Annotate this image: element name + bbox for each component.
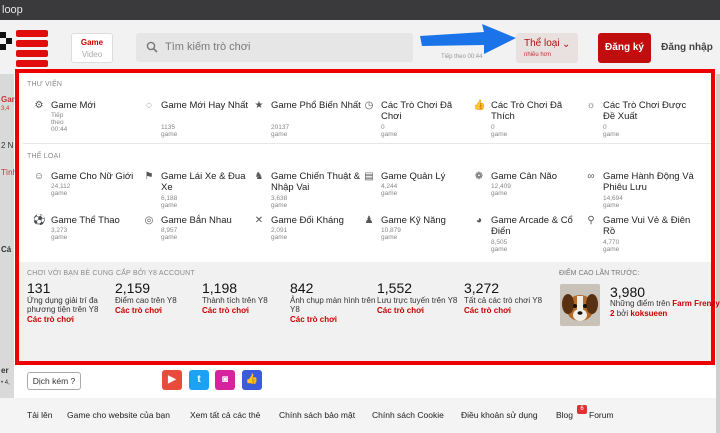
chevron-down-icon: ⌄ bbox=[562, 39, 571, 50]
footer-link-forum[interactable]: Forum bbox=[589, 410, 614, 420]
search-bar[interactable]: Tìm kiếm trò chơi bbox=[136, 33, 413, 62]
toggle-video[interactable]: Video bbox=[72, 47, 112, 59]
categories-dropdown: THƯ VIỆN ⚙ Game Mới Tiếp theo 00:44 ◌ Ga… bbox=[15, 69, 720, 365]
genres-title: THỂ LOẠI bbox=[27, 153, 61, 160]
footer-link-tags[interactable]: Xem tất cả các thẻ bbox=[190, 410, 260, 420]
gear-icon: ⚙ bbox=[34, 100, 44, 111]
game-video-toggle[interactable]: Game Video bbox=[71, 33, 113, 63]
categories-sub: nhiều hơn bbox=[524, 52, 551, 58]
bg-text: 2 N bbox=[1, 141, 14, 150]
person-icon: ♟ bbox=[364, 215, 374, 226]
highscore-title: ĐIỂM CAO LẦN TRƯỚC: bbox=[559, 270, 640, 277]
stat-link[interactable]: Các trò chơi bbox=[290, 315, 376, 324]
search-input[interactable]: Tìm kiếm trò chơi bbox=[165, 41, 250, 53]
stat-link[interactable]: Các trò chơi bbox=[115, 306, 201, 315]
bg-text: er bbox=[1, 366, 9, 375]
stat-highscores: 2,159 Điểm cao trên Y8 Các trò chơi bbox=[115, 281, 201, 315]
y8-logo[interactable] bbox=[0, 28, 50, 68]
highscore-description: Những điểm trên Farm Frenzy 2 bởi koksue… bbox=[610, 299, 720, 318]
puppy-avatar-image[interactable] bbox=[560, 284, 600, 326]
pointer-arrow-icon bbox=[420, 24, 516, 54]
thumbs-up-icon: 👍 bbox=[473, 100, 486, 111]
footer-link-cookie[interactable]: Chính sách Cookie bbox=[372, 410, 444, 420]
highscore-value: 3,980 bbox=[610, 284, 646, 300]
stat-saves: 1,552 Lưu trực tuyến trên Y8 Các trò chơ… bbox=[377, 281, 463, 315]
highscore-user-link[interactable]: koksueen bbox=[630, 309, 667, 318]
binoculars-icon: ∞ bbox=[587, 171, 595, 182]
language-button[interactable]: Dịch kém ? bbox=[27, 372, 81, 390]
flag-icon: ⚑ bbox=[144, 171, 154, 182]
stat-link[interactable]: Các trò chơi bbox=[202, 306, 288, 315]
spinner-icon: ◌ bbox=[146, 100, 152, 111]
window-title: loop bbox=[0, 0, 720, 20]
bg-text: 3,4 bbox=[1, 106, 10, 112]
search-icon bbox=[146, 41, 158, 53]
stat-achievements: 1,198 Thành tích trên Y8 Các trò chơi bbox=[202, 281, 288, 315]
bg-text: • 4, bbox=[1, 380, 10, 386]
site-header: Game Video Tìm kiếm trò chơi Tiếp theo 0… bbox=[0, 20, 720, 74]
swords-icon: ✕ bbox=[254, 215, 264, 226]
pacman-icon: ◕ bbox=[475, 215, 483, 226]
footer-link-blog[interactable]: Blog bbox=[556, 410, 573, 420]
stat-link[interactable]: Các trò chơi bbox=[464, 306, 550, 315]
notification-badge: 6 bbox=[577, 405, 587, 414]
instagram-icon[interactable]: ◙ bbox=[215, 370, 235, 390]
clock-icon: ◷ bbox=[364, 100, 374, 111]
joystick-icon: ⚲ bbox=[587, 215, 595, 226]
library-title: THƯ VIỆN bbox=[27, 81, 63, 88]
stats-title: CHƠI VỚI BẠN BÈ CUNG CẤP BỞI Y8 ACCOUNT bbox=[27, 270, 195, 277]
bg-text: Gar bbox=[1, 95, 15, 104]
bg-text: Cá bbox=[1, 245, 12, 254]
stat-apps: 131 Ứng dụng giải trí đa phương tiện trê… bbox=[27, 281, 113, 324]
like-icon[interactable]: 👍 bbox=[242, 370, 262, 390]
signup-button[interactable]: Đăng ký bbox=[598, 33, 651, 63]
brain-icon: ❁ bbox=[474, 171, 484, 182]
stat-all-games: 3,272 Tất cả các trò chơi Y8 Các trò chơ… bbox=[464, 281, 550, 315]
target-icon: ◎ bbox=[144, 215, 154, 226]
chess-icon: ♞ bbox=[254, 171, 264, 182]
footer-links: Tải lên Game cho website của bạn Xem tất… bbox=[0, 398, 716, 433]
cash-icon: ▤ bbox=[364, 171, 374, 182]
section-divider bbox=[23, 143, 711, 144]
stat-screenshots: 842 Ảnh chụp màn hình trên Y8 Các trò ch… bbox=[290, 280, 376, 324]
girl-icon: ☺ bbox=[33, 171, 45, 182]
youtube-icon[interactable]: ▶ bbox=[162, 370, 182, 390]
categories-label: Thể loại bbox=[524, 38, 560, 49]
toggle-game[interactable]: Game bbox=[72, 34, 112, 47]
sun-icon: ☼ bbox=[586, 100, 596, 111]
login-button[interactable]: Đăng nhập bbox=[657, 33, 717, 63]
twitter-icon[interactable]: t bbox=[189, 370, 209, 390]
footer-link-upload[interactable]: Tải lên bbox=[27, 410, 53, 420]
ball-icon: ⚽ bbox=[33, 215, 46, 226]
footer-link-terms[interactable]: Điều khoản sử dụng bbox=[461, 410, 538, 420]
stat-link[interactable]: Các trò chơi bbox=[377, 306, 463, 315]
footer-link-privacy[interactable]: Chính sách bảo mật bbox=[279, 410, 355, 420]
star-icon: ★ bbox=[254, 100, 264, 111]
background-scrollbar bbox=[716, 74, 720, 433]
footer-link-webmaster[interactable]: Game cho website của bạn bbox=[67, 410, 170, 420]
stat-link[interactable]: Các trò chơi bbox=[27, 315, 113, 324]
categories-button[interactable]: Thể loại nhiều hơn ⌄ bbox=[516, 33, 578, 63]
